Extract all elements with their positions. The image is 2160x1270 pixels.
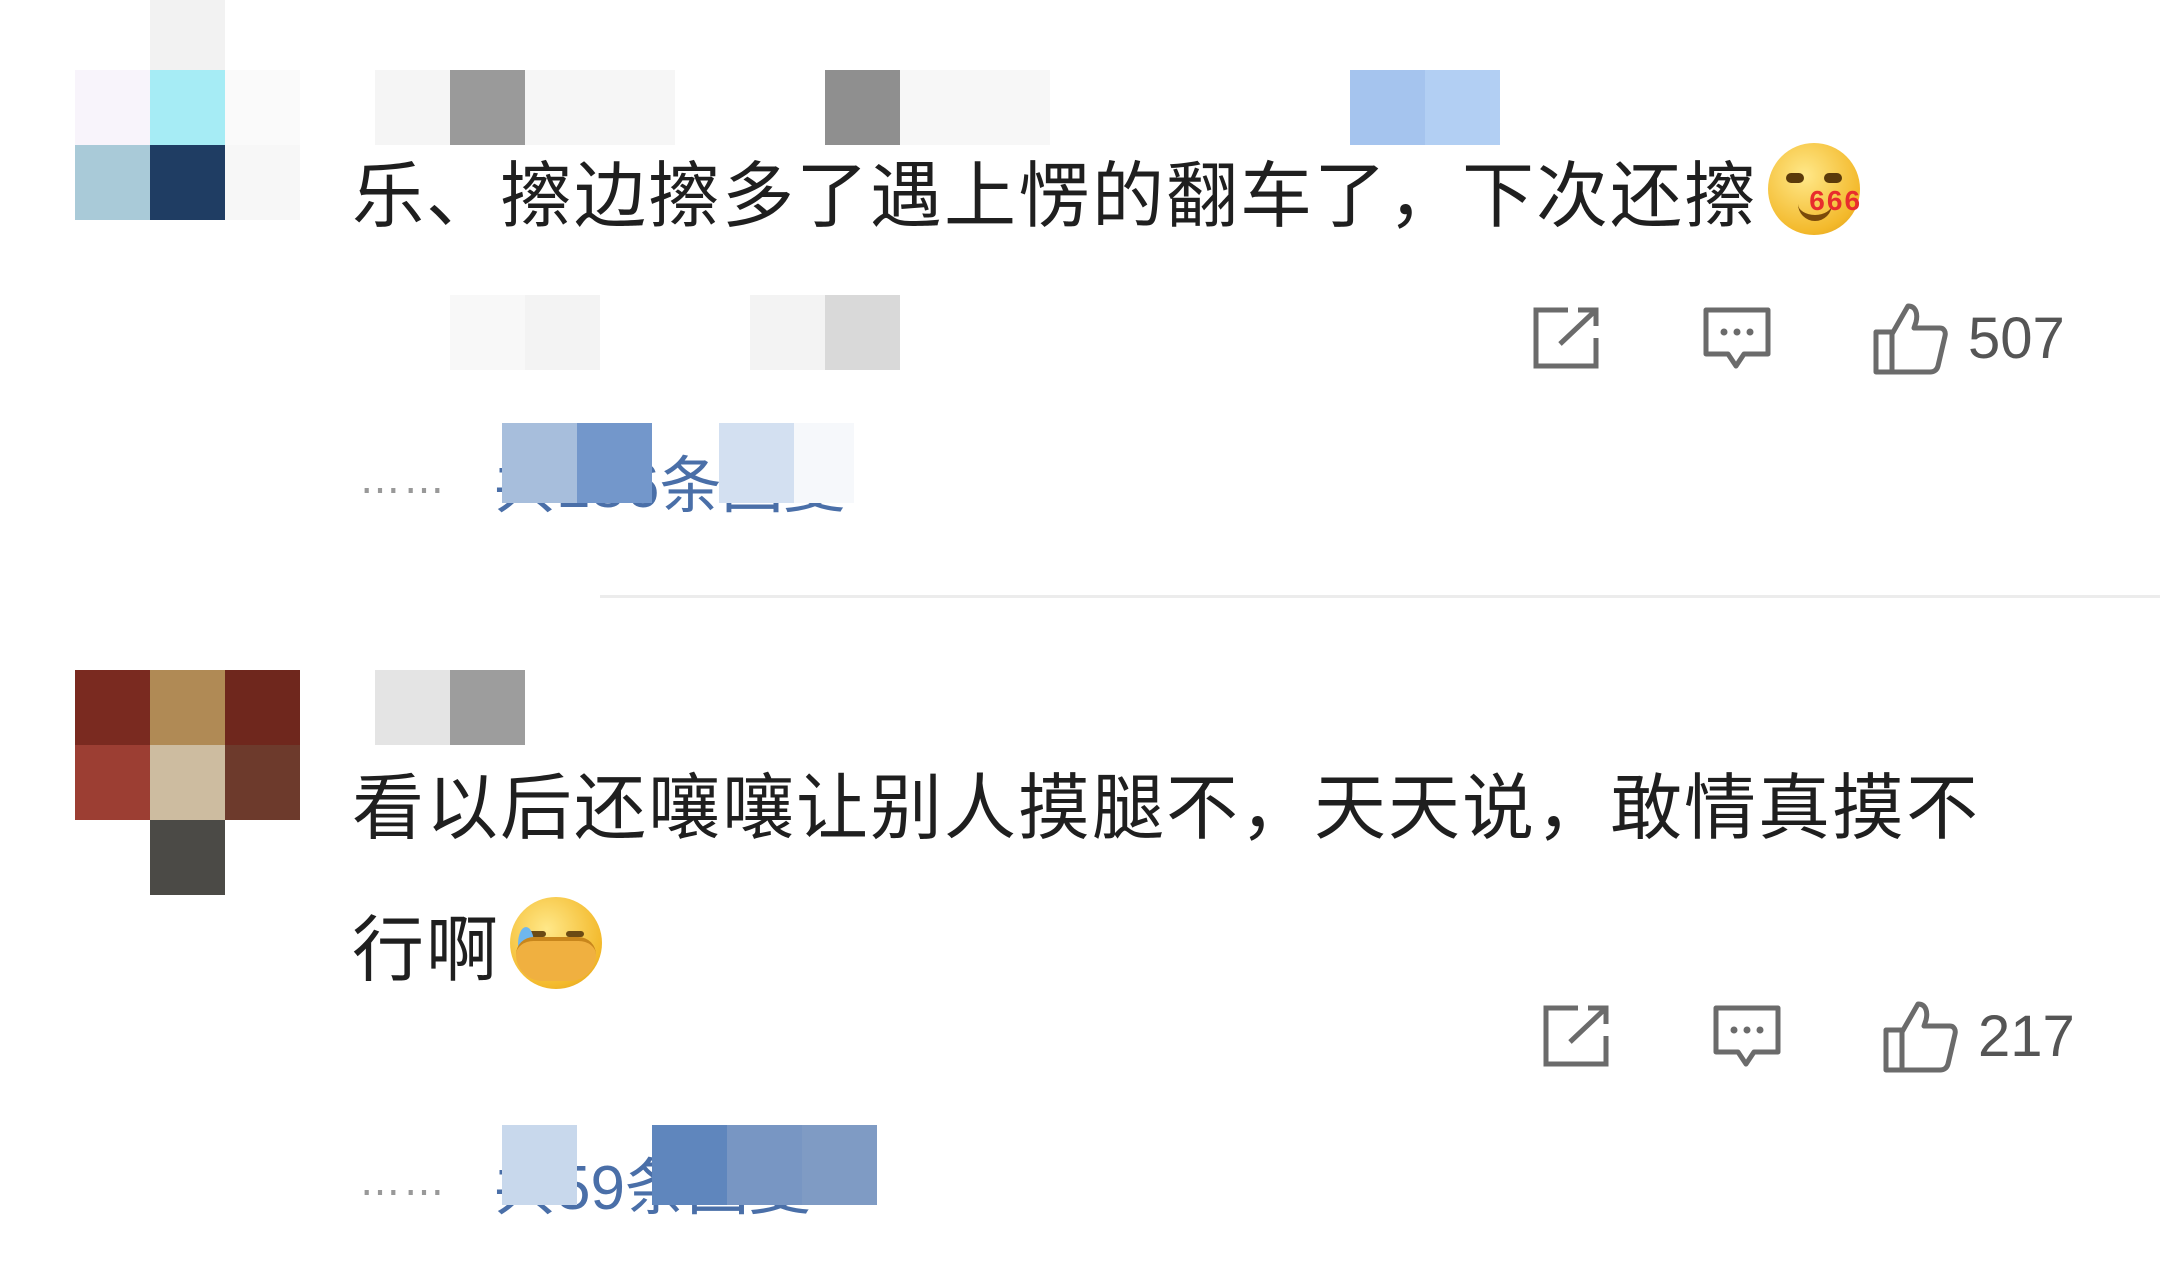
comment-item-1: 乐、擦边擦多了遇上愣的翻车了，下次还擦 666 507 …… 共186条回复 xyxy=(0,0,2160,596)
timestamp-blurred xyxy=(450,295,900,370)
like-button[interactable]: 217 xyxy=(1880,996,2075,1076)
comment-item-2: 看以后还嚷嚷让别人摸腿不，天天说，敢情真摸不 行啊 217 …… xyxy=(0,596,2160,1270)
share-button[interactable] xyxy=(1530,298,1604,378)
comment-text-content: 乐、擦边擦多了遇上愣的翻车了，下次还擦 xyxy=(352,154,1759,238)
share-icon xyxy=(1533,307,1599,369)
avatar[interactable] xyxy=(75,670,301,896)
view-replies-link[interactable]: 共59条回复 xyxy=(494,1125,877,1227)
comment-button[interactable] xyxy=(1710,996,1784,1076)
like-button[interactable]: 507 xyxy=(1870,298,2065,378)
like-count: 507 xyxy=(1968,305,2065,371)
comment-icon xyxy=(1703,307,1771,369)
comment-actions: 217 xyxy=(1540,996,2090,1076)
smirk-666-emoji-icon: 666 xyxy=(1768,143,1860,235)
replies-row: …… 共59条回复 xyxy=(360,1125,877,1223)
share-icon xyxy=(1543,1005,1609,1067)
emoji-badge: 666 xyxy=(1809,185,1863,216)
thumbs-up-icon xyxy=(1873,303,1948,375)
like-count: 217 xyxy=(1978,1003,2075,1069)
replies-row: …… 共186条回复 xyxy=(360,423,854,521)
comment-text-line-1: 看以后还嚷嚷让别人摸腿不，天天说，敢情真摸不 xyxy=(352,766,1981,850)
comment-text-line-2: 行啊 xyxy=(352,874,603,1026)
more-dots: …… xyxy=(360,1159,448,1205)
comment-actions: 507 xyxy=(1530,298,2090,378)
comment-icon xyxy=(1713,1005,1781,1067)
share-button[interactable] xyxy=(1540,996,1614,1076)
view-replies-link[interactable]: 共186条回复 xyxy=(494,423,854,525)
facepalm-cry-emoji-icon xyxy=(510,897,603,989)
more-dots: …… xyxy=(360,457,448,503)
thumbs-up-icon xyxy=(1883,1001,1958,1073)
avatar[interactable] xyxy=(75,0,301,226)
comment-button[interactable] xyxy=(1700,298,1774,378)
comment-text-content: 行啊 xyxy=(352,908,501,992)
comment-text: 乐、擦边擦多了遇上愣的翻车了，下次还擦 666 xyxy=(352,120,1860,272)
